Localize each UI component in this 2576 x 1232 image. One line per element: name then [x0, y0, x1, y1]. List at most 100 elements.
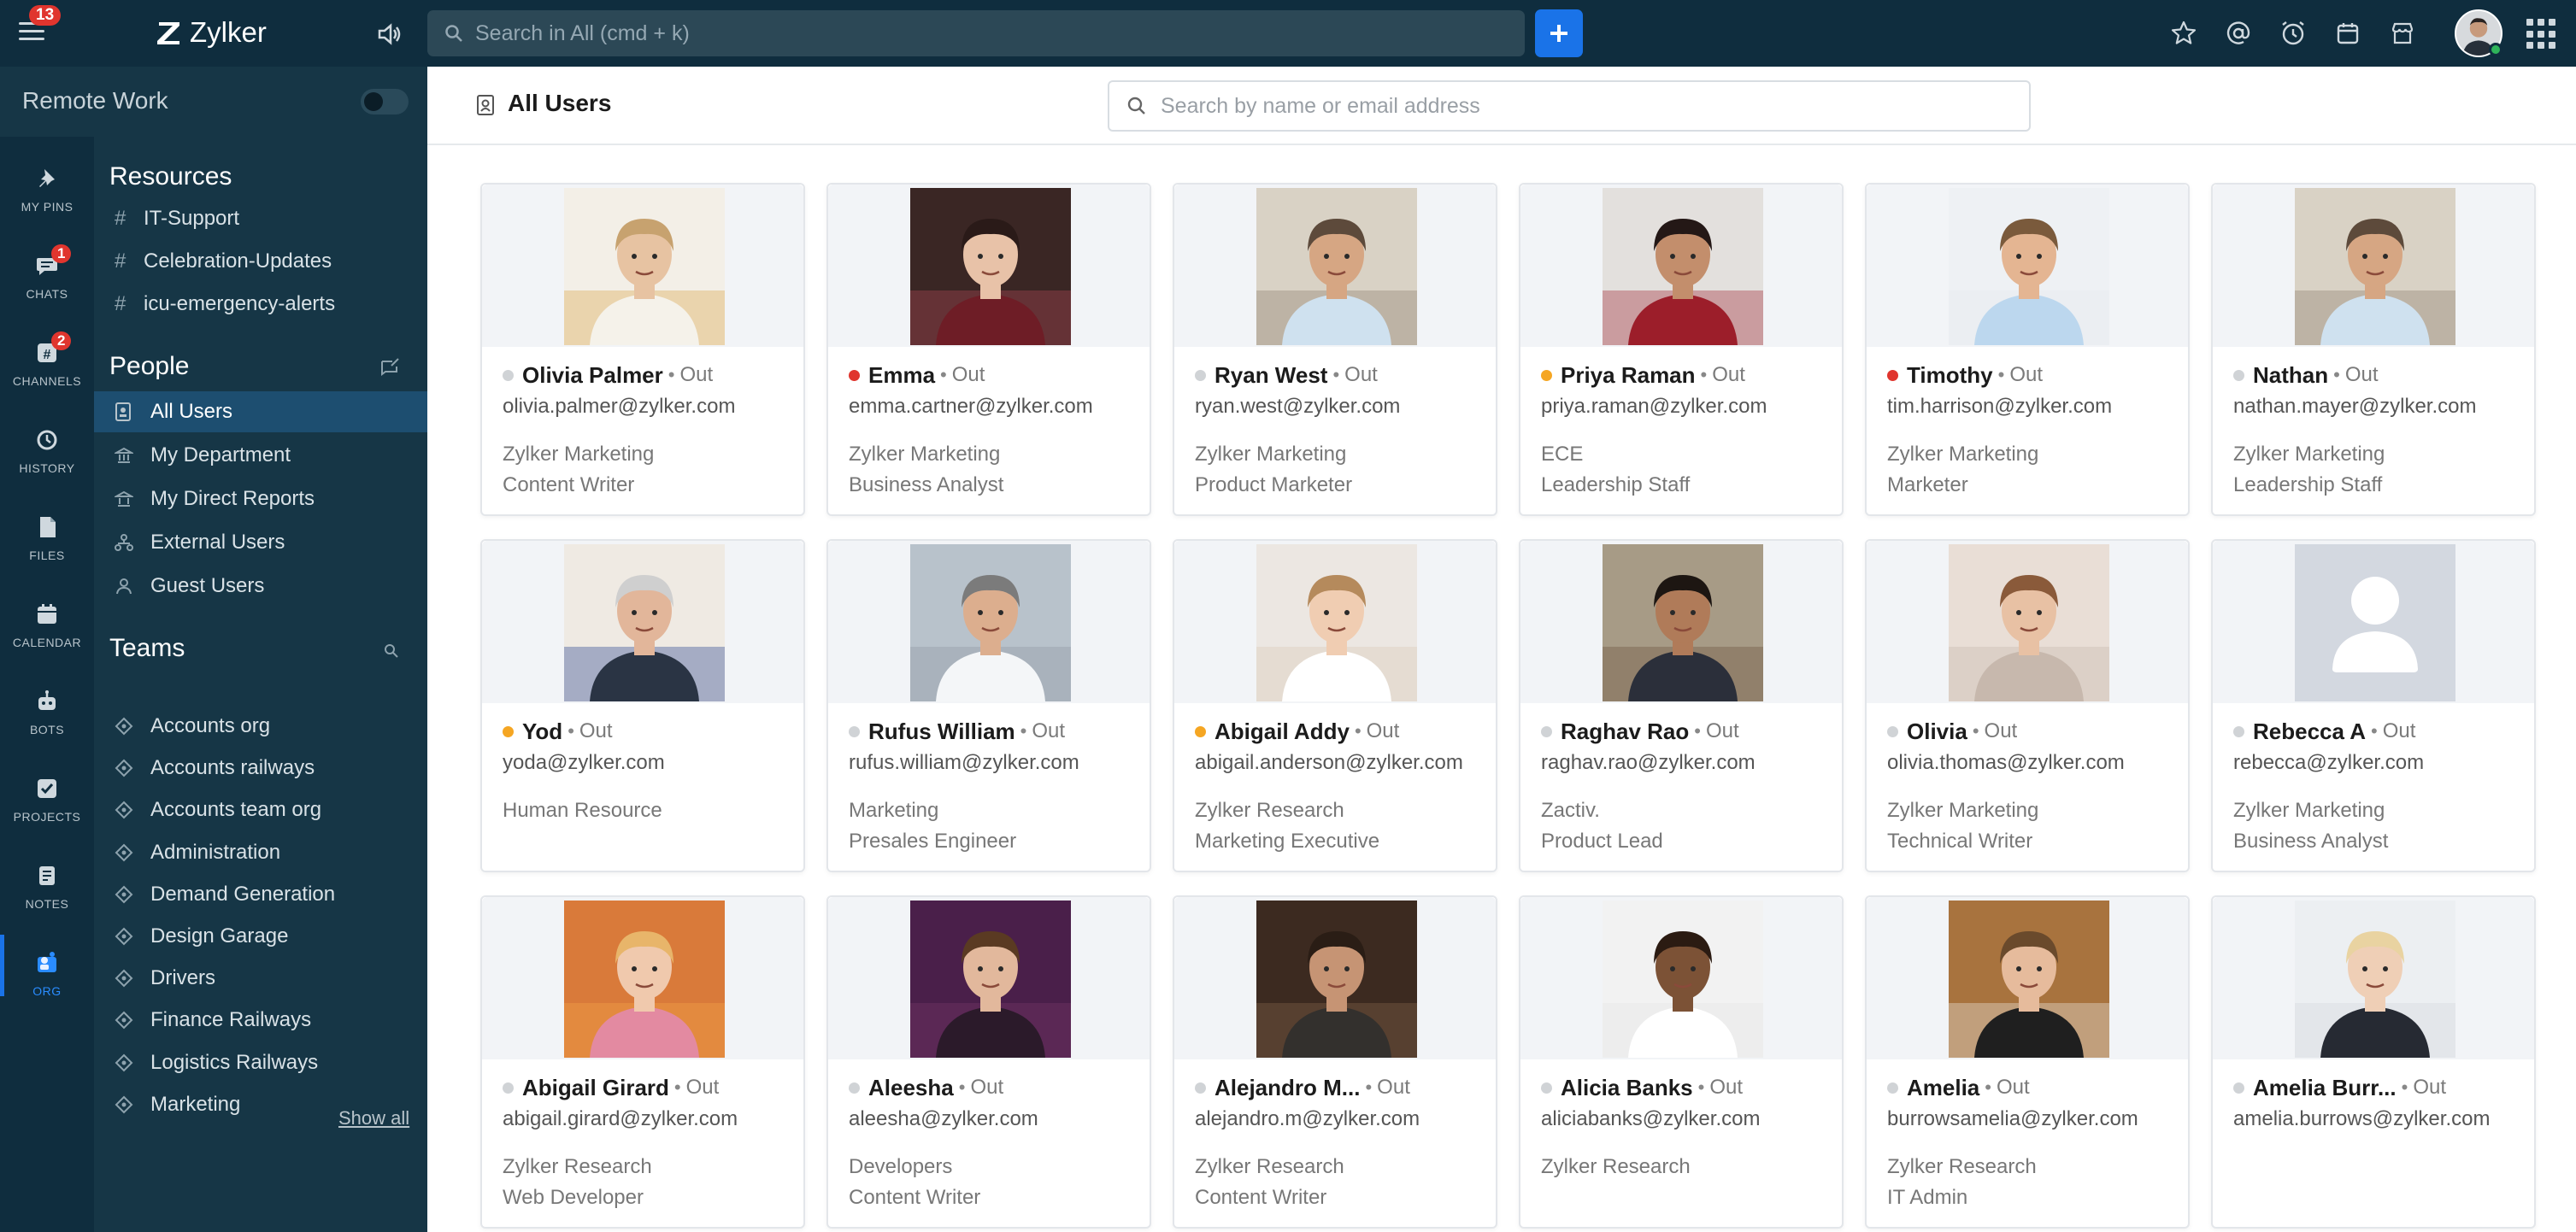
user-card[interactable]: Olivia • Out olivia.thomas@zylker.com Zylker…	[1865, 539, 2190, 872]
user-card[interactable]: Ryan West • Out ryan.west@zylker.com Zylker …	[1173, 183, 1497, 516]
user-name[interactable]: Aleesha	[868, 1075, 954, 1101]
search-icon[interactable]	[379, 639, 403, 663]
people-item-guest-users[interactable]: Guest Users	[94, 566, 427, 607]
rail-item-history[interactable]: HISTORY	[0, 412, 94, 496]
mention-icon[interactable]	[2222, 17, 2255, 50]
svg-text:#: #	[44, 348, 51, 362]
alarm-icon[interactable]	[2277, 17, 2309, 50]
user-photo-frame[interactable]	[910, 544, 1071, 701]
user-photo-frame[interactable]	[1949, 901, 2109, 1058]
team-item[interactable]: Accounts railways	[94, 748, 427, 789]
user-name[interactable]: Raghav Rao	[1561, 719, 1689, 745]
user-card[interactable]: Amelia Burr... • Out amelia.burrows@zylker.…	[2211, 895, 2536, 1229]
user-name[interactable]: Timothy	[1907, 362, 1993, 389]
user-photo-frame[interactable]	[1603, 544, 1763, 701]
compose-icon[interactable]	[378, 355, 402, 379]
user-name[interactable]: Ryan West	[1214, 362, 1327, 389]
user-name[interactable]: Amelia	[1907, 1075, 1979, 1101]
team-item[interactable]: Demand Generation	[94, 874, 427, 915]
user-card[interactable]: Emma • Out emma.cartner@zylker.com Zylker Ma…	[826, 183, 1151, 516]
user-photo-frame[interactable]	[1603, 188, 1763, 345]
calendar-icon[interactable]	[2332, 17, 2364, 50]
people-item-my-department[interactable]: My Department	[94, 435, 427, 476]
user-photo-frame[interactable]	[564, 901, 725, 1058]
user-card[interactable]: Raghav Rao • Out raghav.rao@zylker.com Zacti…	[1519, 539, 1844, 872]
people-item-all-users[interactable]: All Users	[94, 391, 427, 432]
user-card[interactable]: Timothy • Out tim.harrison@zylker.com Zylker…	[1865, 183, 2190, 516]
user-name[interactable]: Amelia Burr...	[2253, 1075, 2397, 1101]
app-logo[interactable]: Zylker	[154, 14, 267, 51]
store-icon[interactable]	[2386, 17, 2419, 50]
user-search-input[interactable]: Search by name or email address	[1108, 80, 2031, 132]
user-photo-frame[interactable]	[910, 188, 1071, 345]
global-search-input[interactable]: Search in All (cmd + k)	[427, 10, 1525, 56]
rail-item-chats[interactable]: 1 CHATS	[0, 238, 94, 321]
user-name[interactable]: Yod	[522, 719, 562, 745]
user-card[interactable]: Rufus William • Out rufus.william@zylker.co…	[826, 539, 1151, 872]
user-status: Out	[1712, 363, 1745, 386]
user-photo-frame[interactable]	[910, 901, 1071, 1058]
user-name[interactable]: Rufus William	[868, 719, 1015, 745]
user-photo-frame[interactable]	[1603, 901, 1763, 1058]
user-name[interactable]: Priya Raman	[1561, 362, 1696, 389]
user-name[interactable]: Olivia Palmer	[522, 362, 663, 389]
user-card[interactable]: Amelia • Out burrowsamelia@zylker.com Zylker…	[1865, 895, 2190, 1229]
show-all-teams-link[interactable]: Show all	[338, 1107, 409, 1129]
user-card[interactable]: Abigail Girard • Out abigail.girard@zylker.…	[480, 895, 805, 1229]
user-card[interactable]: Alicia Banks • Out aliciabanks@zylker.com Zy…	[1519, 895, 1844, 1229]
user-name[interactable]: Alejandro M...	[1214, 1075, 1360, 1101]
user-card[interactable]: Alejandro M... • Out alejandro.m@zylker.com…	[1173, 895, 1497, 1229]
user-photo-frame[interactable]	[2295, 188, 2455, 345]
team-item[interactable]: Administration	[94, 832, 427, 873]
rail-item-files[interactable]: FILES	[0, 499, 94, 583]
resource-item-celebration-updates[interactable]: # Celebration-Updates	[94, 241, 427, 282]
file-icon	[40, 517, 56, 537]
rail-item-channels[interactable]: # 2 CHANNELS	[0, 325, 94, 408]
star-icon[interactable]	[2167, 17, 2200, 50]
user-photo-frame[interactable]	[1256, 188, 1417, 345]
rail-item-projects[interactable]: PROJECTS	[0, 760, 94, 844]
speaker-icon[interactable]	[374, 19, 405, 50]
team-item[interactable]: Accounts team org	[94, 789, 427, 830]
user-name[interactable]: Emma	[868, 362, 935, 389]
user-name[interactable]: Abigail Girard	[522, 1075, 669, 1101]
user-card[interactable]: Aleesha • Out aleesha@zylker.com Developers C…	[826, 895, 1151, 1229]
user-card[interactable]: Abigail Addy • Out abigail.anderson@zylker.…	[1173, 539, 1497, 872]
user-photo-frame[interactable]	[564, 544, 725, 701]
user-photo-frame[interactable]	[2295, 544, 2455, 701]
user-card[interactable]: Yod • Out yoda@zylker.com Human Resource	[480, 539, 805, 872]
team-item[interactable]: Finance Railways	[94, 1000, 427, 1041]
team-item[interactable]: Design Garage	[94, 916, 427, 957]
user-photo-area	[1867, 897, 2188, 1059]
user-name[interactable]: Nathan	[2253, 362, 2328, 389]
user-photo-frame[interactable]	[1949, 544, 2109, 701]
user-photo-frame[interactable]	[2295, 901, 2455, 1058]
user-photo-frame[interactable]	[1256, 901, 1417, 1058]
user-card[interactable]: Priya Raman • Out priya.raman@zylker.com ECE…	[1519, 183, 1844, 516]
user-photo-frame[interactable]	[1256, 544, 1417, 701]
team-item[interactable]: Logistics Railways	[94, 1042, 427, 1083]
rail-item-my-pins[interactable]: MY PINS	[0, 150, 94, 234]
rail-item-calendar[interactable]: CALENDAR	[0, 586, 94, 670]
resource-item-icu-emergency-alerts[interactable]: # icu-emergency-alerts	[94, 284, 427, 325]
user-name[interactable]: Rebecca A	[2253, 719, 2366, 745]
team-item[interactable]: Drivers	[94, 958, 427, 999]
team-item[interactable]: Accounts org	[94, 706, 427, 747]
rail-item-org[interactable]: ORG	[0, 935, 94, 1018]
user-name[interactable]: Abigail Addy	[1214, 719, 1350, 745]
rail-item-notes[interactable]: NOTES	[0, 848, 94, 931]
people-item-my-direct-reports[interactable]: My Direct Reports	[94, 478, 427, 519]
workspace-toggle[interactable]	[361, 89, 409, 114]
user-card[interactable]: Olivia Palmer • Out olivia.palmer@zylker.co…	[480, 183, 805, 516]
create-button[interactable]	[1535, 9, 1583, 57]
user-photo-frame[interactable]	[564, 188, 725, 345]
user-name[interactable]: Alicia Banks	[1561, 1075, 1693, 1101]
user-card[interactable]: Nathan • Out nathan.mayer@zylker.com Zylker …	[2211, 183, 2536, 516]
people-item-external-users[interactable]: External Users	[94, 522, 427, 563]
apps-grid-icon[interactable]	[2526, 19, 2557, 50]
user-card[interactable]: Rebecca A • Out rebecca@zylker.com Zylker Ma…	[2211, 539, 2536, 872]
user-photo-frame[interactable]	[1949, 188, 2109, 345]
resource-item-it-support[interactable]: # IT-Support	[94, 198, 427, 239]
rail-item-bots[interactable]: BOTS	[0, 673, 94, 757]
user-name[interactable]: Olivia	[1907, 719, 1967, 745]
